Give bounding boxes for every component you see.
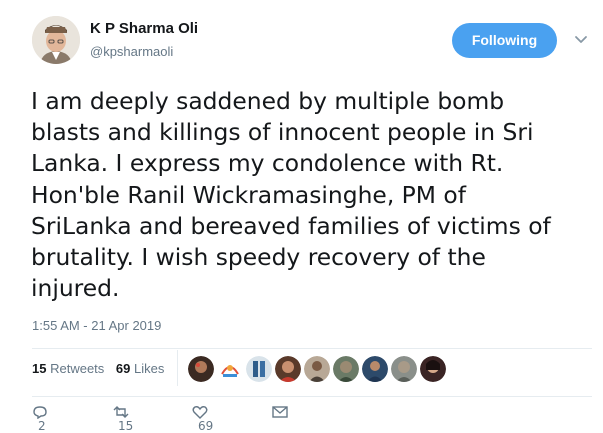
tweet-line: SriLanka and bereaved families of victim… [31, 211, 551, 240]
chevron-down-icon[interactable] [574, 32, 588, 46]
divider [32, 348, 592, 349]
retweets-count: 15 [32, 361, 47, 376]
tweet-line: injured. [31, 274, 120, 303]
likes-stat[interactable]: 69 Likes [116, 361, 164, 376]
tweet-line: Lanka. I express my condolence with Rt. [31, 149, 504, 178]
liker-avatar[interactable] [246, 356, 272, 382]
retweet-icon [113, 406, 129, 418]
retweet-count: 15 [118, 419, 134, 433]
tweet-line: I am deeply saddened by multiple bomb [31, 87, 505, 115]
liker-avatar[interactable] [420, 356, 446, 382]
reply-count: 2 [38, 419, 46, 433]
message-button[interactable] [272, 405, 288, 419]
tweet-line: blasts and killings of innocent people i… [31, 118, 534, 147]
liker-avatar[interactable] [304, 356, 330, 382]
author-name[interactable]: K P Sharma Oli [90, 20, 198, 37]
liker-avatar[interactable] [362, 356, 388, 382]
reply-icon [33, 406, 47, 420]
author-avatar[interactable] [32, 16, 80, 64]
tweet-text: I am deeply saddened by multiple bomb bl… [31, 86, 591, 304]
like-button[interactable]: 69 [192, 405, 213, 433]
tweet-stats: 15 Retweets 69 Likes [32, 361, 164, 376]
reply-button[interactable]: 2 [32, 405, 48, 433]
tweet-timestamp[interactable]: 1:55 AM - 21 Apr 2019 [32, 318, 161, 333]
tweet-line: brutality. I wish speedy recovery of the [31, 243, 486, 272]
likes-label: Likes [134, 361, 165, 376]
divider [32, 396, 592, 397]
liker-avatar[interactable] [333, 356, 359, 382]
liker-avatar[interactable] [391, 356, 417, 382]
like-count: 69 [198, 419, 214, 433]
author-handle[interactable]: @kpsharmaoli [90, 44, 173, 59]
tweet-line: Hon'ble Ranil Wickramasinghe, PM of [31, 180, 466, 209]
stats-separator [177, 350, 178, 386]
liker-avatar[interactable] [188, 356, 214, 382]
following-button[interactable]: Following [452, 23, 557, 58]
heart-icon [192, 406, 208, 419]
likes-count: 69 [115, 361, 131, 376]
retweet-button[interactable]: 15 [112, 405, 133, 433]
liker-avatar[interactable] [275, 356, 301, 382]
liker-avatar[interactable] [217, 356, 243, 382]
envelope-icon [272, 406, 288, 418]
retweets-stat[interactable]: 15 Retweets [32, 361, 104, 376]
retweets-label: Retweets [50, 361, 105, 376]
